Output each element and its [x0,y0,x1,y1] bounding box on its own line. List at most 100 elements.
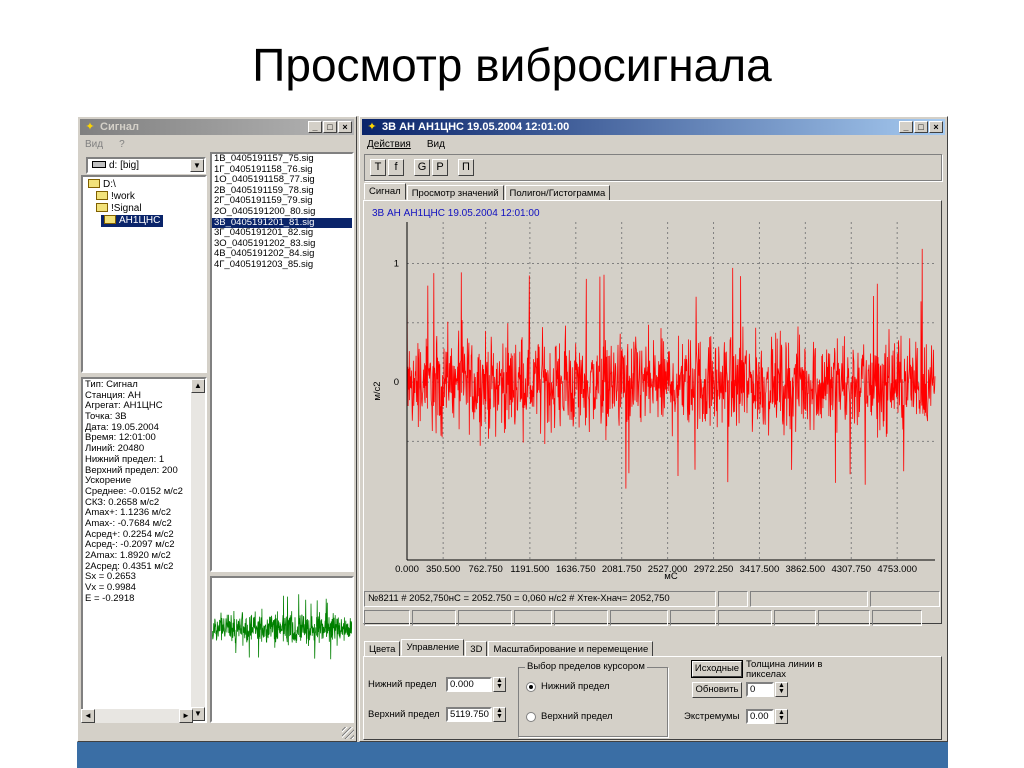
scroll-left-icon[interactable]: ◄ [81,709,95,723]
tab-control[interactable]: Управление [401,639,465,656]
chart-x-ticks: 0.000 350.500 762.750 1191.500 1636.750 2081.… [395,564,917,575]
app-icon: ✦ [85,121,95,133]
scroll-down-icon[interactable]: ▼ [191,707,205,721]
status-cell [870,591,940,607]
menu-actions[interactable]: Действия [364,137,414,153]
tab-values[interactable]: Просмотр значений [406,185,504,200]
desktop-taskbar [77,742,948,768]
close-button[interactable]: × [338,121,352,133]
view-tabs: Сигнал Просмотр значений Полигон/Гистогр… [364,183,611,201]
tab-colors[interactable]: Цвета [364,641,401,656]
tree-node[interactable]: D:\ [85,179,119,191]
toolbar-btn-p[interactable]: P [432,159,448,176]
extrema-input[interactable]: 0.00 [746,709,774,724]
tree-node-label: D:\ [103,179,116,190]
upper-limit-input[interactable]: 5119.750 [446,707,492,722]
status-cell [412,610,456,626]
lower-limit-spinner[interactable]: ▲ ▼ [493,677,506,692]
toolbar [364,154,942,181]
extrema-spinner[interactable]: ▲ ▼ [775,709,788,724]
upper-limit-spinner[interactable]: ▲ ▼ [493,707,506,722]
x-tick-label: 1191.500 [510,564,549,575]
thumbnail-trace [212,594,352,660]
chevron-down-icon[interactable]: ▼ [190,159,204,172]
toolbar-btn-f[interactable]: f [388,159,404,176]
radio-lower-limit[interactable] [526,682,536,692]
close-button[interactable]: × [929,121,943,133]
info-scrollbar[interactable]: ▲ ▼ [191,379,205,721]
signal-thumbnail-plot [212,594,352,660]
file-list-item[interactable]: 4Г_0405191203_85.sig [212,259,352,271]
status-cell [718,610,772,626]
tree-node-label: !work [111,191,135,202]
y-tick-label: 1 [394,259,399,270]
cursor-limits-group: Выбор пределов курсором [518,661,668,737]
refresh-button[interactable]: Обновить [692,682,742,698]
maximize-button[interactable]: □ [914,121,928,133]
drive-select[interactable]: d: [big] ▼ [86,157,206,174]
menu-view[interactable]: Вид [82,137,106,153]
file-list: 1В_0405191157_75.sig 1Г_0405191158_76.sig… [210,152,354,572]
file-list-item[interactable]: 1В_0405191157_75.sig [212,153,352,165]
chart-trace [406,248,936,489]
x-tick-label: 4753.000 [877,564,917,575]
radio-upper-limit[interactable] [526,712,536,722]
signal-window: ✦ Сигнал _ □ × Вид ? d: [big] ▼ D:\ !work… [77,116,357,742]
file-list-item[interactable]: 2О_0405191200_80.sig [212,206,352,218]
menu-view[interactable]: Вид [424,137,448,153]
size-grip[interactable] [342,727,354,739]
lower-limit-label: Нижний предел [368,679,437,690]
folder-icon [104,215,116,224]
folder-icon [96,203,108,212]
signal-chart[interactable]: 3В АН АН1ЦНС 19.05.2004 12:01:00 0.000 35… [364,202,942,590]
folder-tree: D:\ !work !Signal АН1ЦНС [81,175,207,373]
scroll-right-icon[interactable]: ► [179,709,193,723]
cursor-limits-caption: Выбор пределов курсором [525,661,647,672]
scroll-up-icon[interactable]: ▲ [191,379,205,393]
tree-node[interactable]: !Signal [93,203,145,215]
status-cell [774,610,816,626]
info-line: Нижний предел: 1 [85,453,165,465]
menu-help[interactable]: ? [116,137,128,153]
tab-signal[interactable]: Сигнал [364,183,406,200]
y-tick-label: 0 [394,377,399,388]
chart-y-ticks: 10 [394,259,399,389]
drive-value: d: [big] [109,160,140,171]
tab-3d[interactable]: 3D [465,641,488,656]
x-tick-label: 1636.750 [556,564,596,575]
status-cell [718,591,748,607]
status-cell [554,610,608,626]
tab-scaling[interactable]: Масштабирование и перемещение [488,641,654,656]
control-tabs: Цвета Управление 3D Масштабирование и пе… [364,639,654,657]
signal-menubar: Вид ? [82,137,128,153]
signal-window-titlebar[interactable]: ✦ Сигнал _ □ × [80,119,354,135]
maximize-button[interactable]: □ [323,121,337,133]
status-cell [670,610,716,626]
toolbar-btn-t[interactable]: T [370,159,386,176]
toolbar-btn-g[interactable]: G [414,159,430,176]
signal-info-panel: Тип: Сигнал Станция: АН Агрегат: АН1ЦНС Точ… [81,377,207,723]
main-window-title: 3В АН АН1ЦНС 19.05.2004 12:01:00 [382,121,570,133]
lower-limit-input[interactable]: 0.000 [446,677,492,692]
minimize-button[interactable]: _ [308,121,322,133]
x-tick-label: 4307.750 [831,564,871,575]
line-thickness-spinner[interactable]: ▲ ▼ [775,682,788,697]
chart-ylabel: м/с2 [372,381,383,400]
main-menubar: Действия Вид [364,137,448,153]
signal-window-title: Сигнал [100,121,140,133]
x-tick-label: 350.500 [426,564,460,575]
info-hscrollbar[interactable]: ◄ ► [81,709,193,723]
toolbar-btn-pi[interactable]: П [458,159,474,176]
tab-polygon[interactable]: Полигон/Гистограмма [504,185,611,200]
tree-node[interactable]: !work [93,191,138,203]
line-thickness-input[interactable]: 0 [746,682,774,697]
reset-button[interactable]: Исходные [691,660,743,678]
upper-limit-label: Верхний предел [368,709,440,720]
main-window-titlebar[interactable]: ✦ 3В АН АН1ЦНС 19.05.2004 12:01:00 _ □ × [362,119,945,135]
x-tick-label: 2081.750 [602,564,642,575]
screenshot-area: ✦ Сигнал _ □ × Вид ? d: [big] ▼ D:\ !work… [77,116,948,768]
minimize-button[interactable]: _ [899,121,913,133]
tree-node[interactable]: АН1ЦНС [101,215,164,227]
info-line: E = -0.2918 [85,592,135,604]
line-thickness-label: Толщина линии в пикселах [746,659,823,680]
